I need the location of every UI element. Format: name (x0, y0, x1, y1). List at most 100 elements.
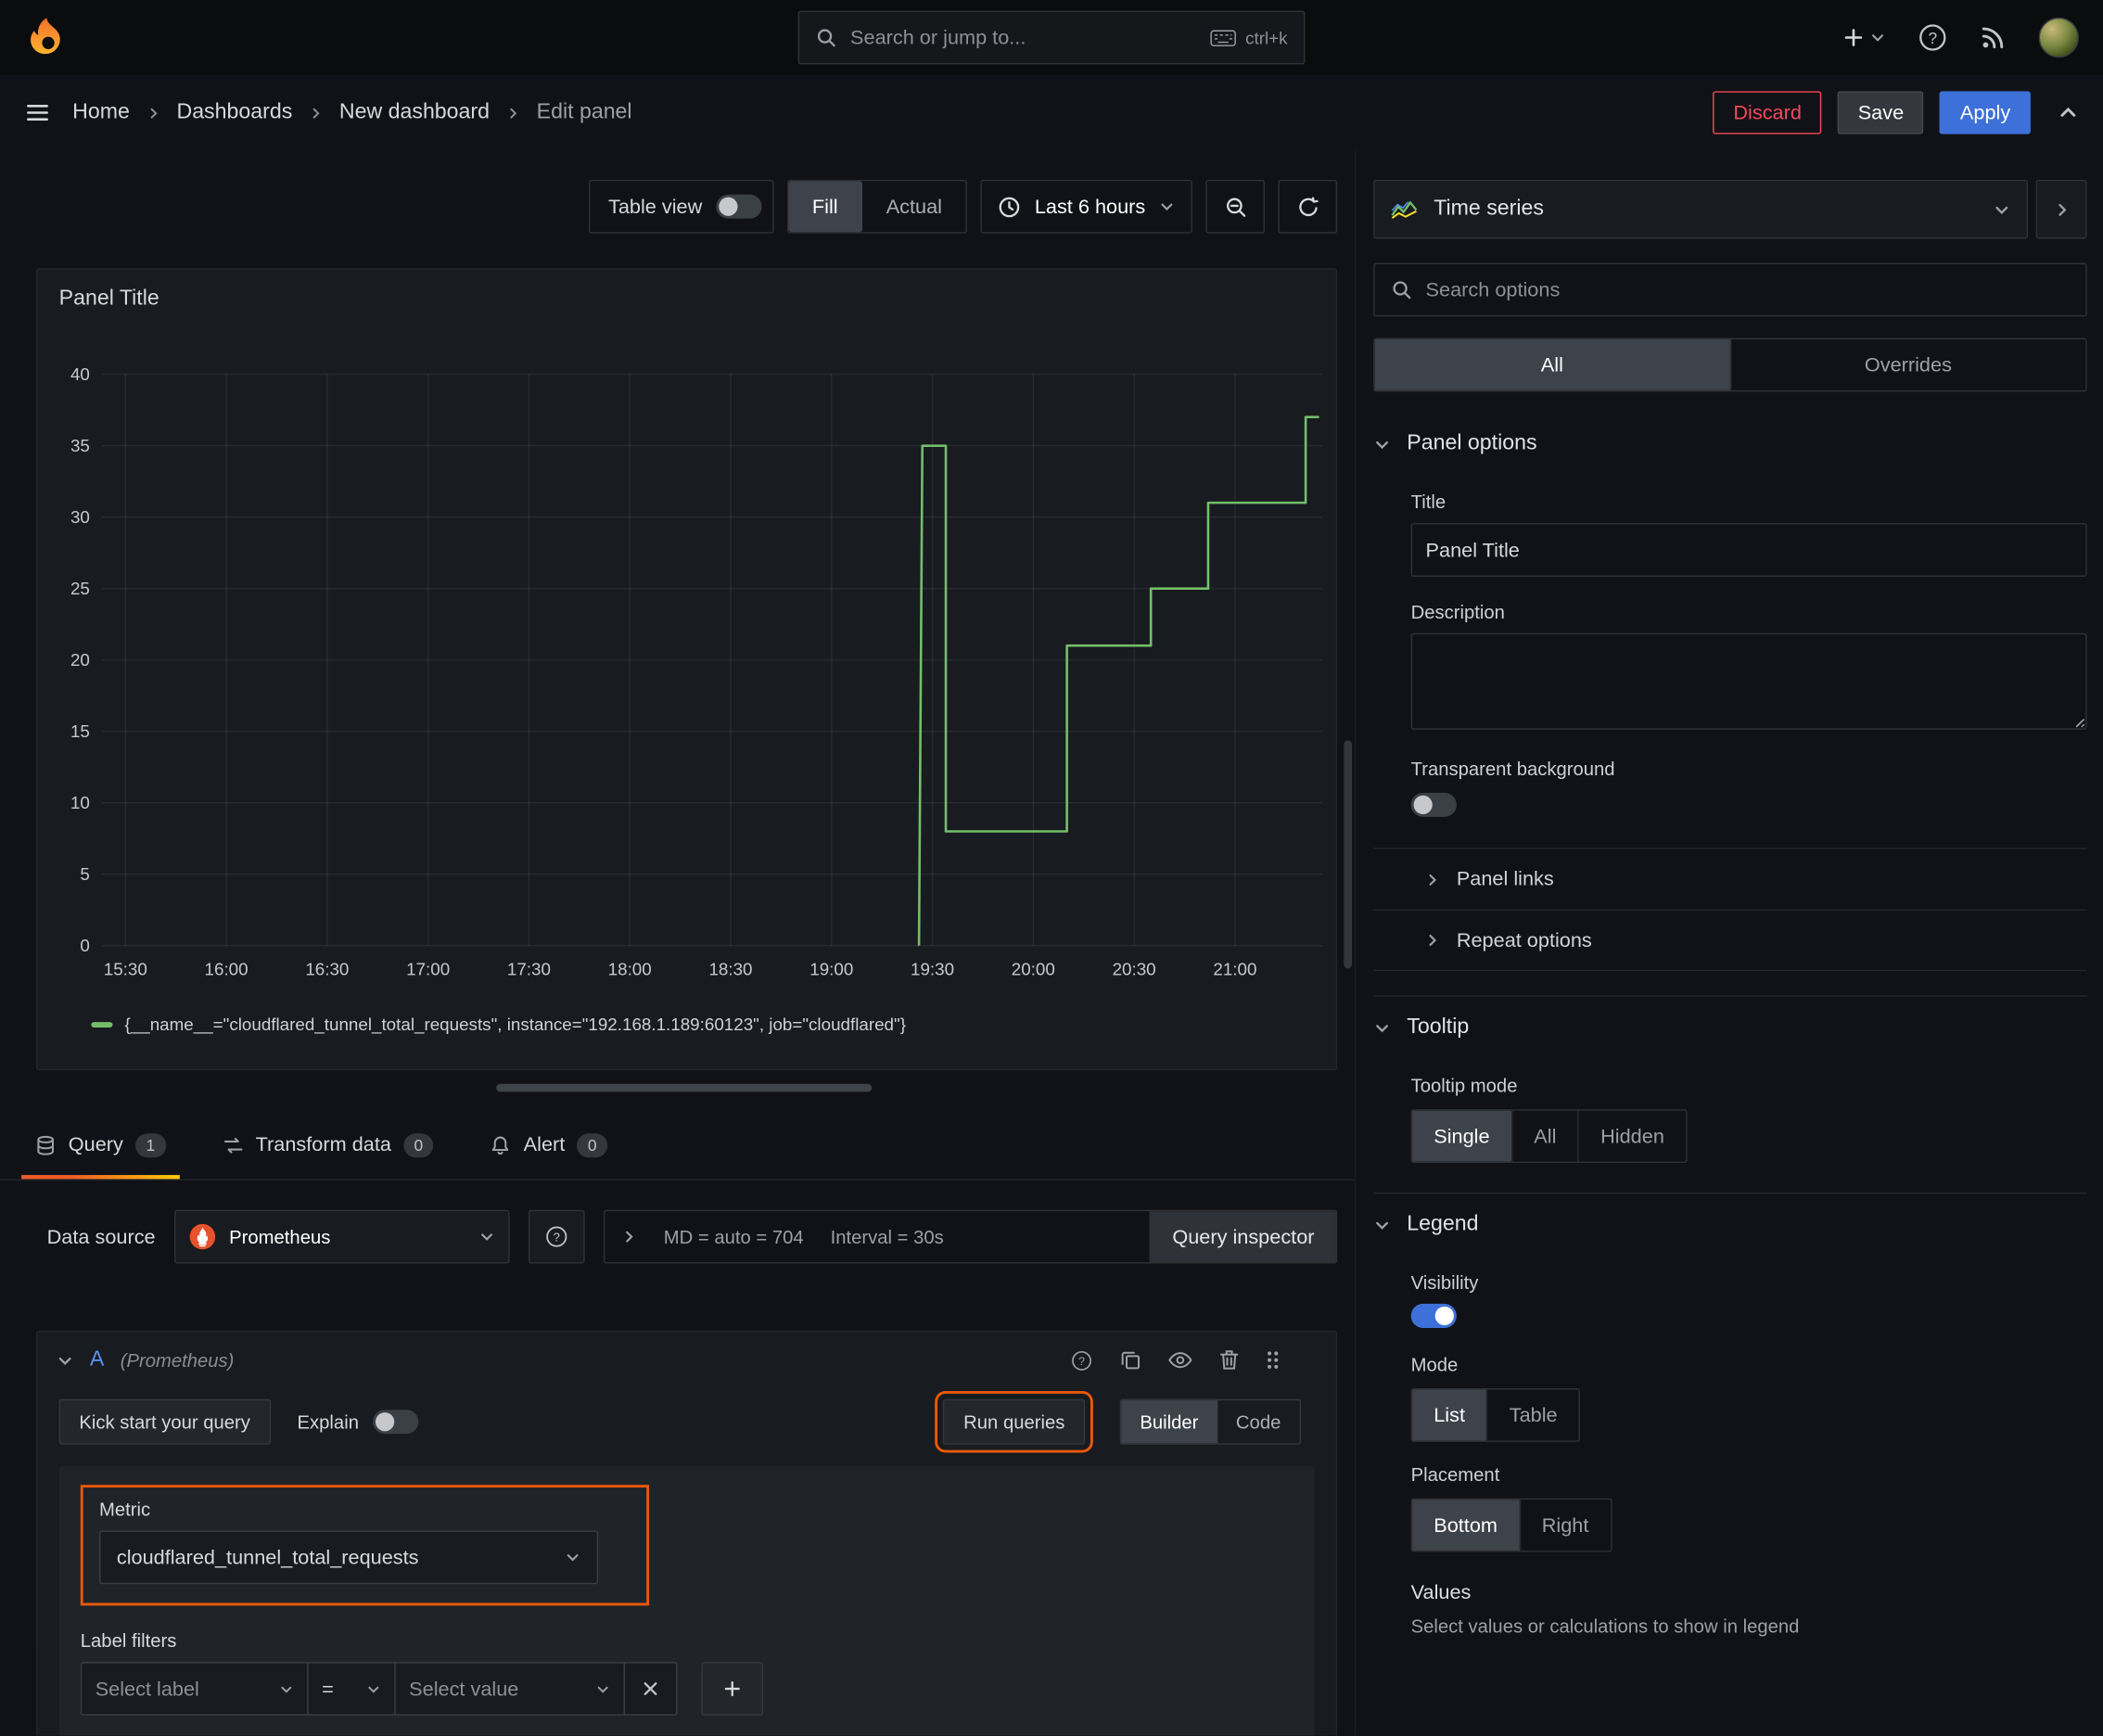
transparent-background-toggle[interactable] (1410, 792, 1457, 817)
news-feed-icon[interactable] (1980, 24, 2007, 51)
apply-button[interactable]: Apply (1940, 91, 2031, 134)
chevron-down-icon (1373, 1019, 1391, 1037)
repeat-options-section[interactable]: Repeat options (1373, 909, 2087, 972)
tab-alert[interactable]: Alert 0 (477, 1111, 621, 1180)
legend-visibility-toggle[interactable] (1410, 1303, 1457, 1328)
search-input[interactable] (850, 26, 1196, 49)
visualization-picker[interactable]: Time series (1373, 179, 2029, 239)
breadcrumb-new-dashboard[interactable]: New dashboard (339, 100, 490, 124)
user-avatar[interactable] (2038, 17, 2079, 58)
svg-text:16:30: 16:30 (305, 960, 349, 979)
tooltip-header[interactable]: Tooltip (1373, 997, 2087, 1059)
chevron-right-icon[interactable] (621, 1229, 637, 1245)
collapse-options-button[interactable] (2035, 179, 2087, 239)
help-circle-icon[interactable]: ? (1070, 1348, 1093, 1372)
query-builder-area: Metric cloudflared_tunnel_total_requests… (58, 1465, 1315, 1736)
svg-text:?: ? (1078, 1354, 1085, 1367)
new-menu-button[interactable] (1842, 27, 1885, 48)
description-textarea[interactable] (1410, 632, 2087, 730)
legend-item[interactable]: {__name__="cloudflared_tunnel_total_requ… (91, 1014, 906, 1035)
add-filter-button[interactable] (701, 1662, 764, 1716)
tooltip-mode-hidden[interactable]: Hidden (1577, 1110, 1687, 1162)
filter-tab-overrides[interactable]: Overrides (1729, 338, 2085, 390)
legend-header[interactable]: Legend (1373, 1194, 2087, 1256)
trash-icon[interactable] (1219, 1349, 1240, 1371)
actual-option[interactable]: Actual (862, 181, 966, 232)
discard-button[interactable]: Discard (1713, 91, 1822, 134)
filter-tab-all[interactable]: All (1374, 338, 1730, 390)
tab-transform-data[interactable]: Transform data 0 (209, 1111, 447, 1180)
global-search[interactable]: ctrl+k (797, 10, 1306, 65)
visibility-label: Visibility (1410, 1271, 1479, 1294)
series-label: {__name__="cloudflared_tunnel_total_requ… (124, 1014, 906, 1035)
save-button[interactable]: Save (1837, 91, 1924, 134)
refresh-button[interactable] (1278, 179, 1338, 234)
builder-option[interactable]: Builder (1121, 1400, 1217, 1444)
datasource-help-button[interactable]: ? (528, 1209, 585, 1264)
menu-icon[interactable] (24, 99, 51, 126)
svg-text:18:30: 18:30 (708, 960, 752, 979)
chevron-down-icon (565, 1550, 580, 1565)
operator-dropdown[interactable]: = (307, 1662, 396, 1716)
panel-links-section[interactable]: Panel links (1373, 848, 2087, 910)
operator-value: = (322, 1677, 334, 1701)
search-icon (1391, 279, 1412, 300)
zoom-out-button[interactable] (1205, 179, 1265, 234)
options-filter-tabs: All Overrides (1373, 338, 2087, 392)
breadcrumb-home[interactable]: Home (72, 100, 130, 124)
chevron-up-icon[interactable] (2058, 102, 2079, 123)
legend-placement-right[interactable]: Right (1519, 1500, 1610, 1551)
select-label-dropdown[interactable]: Select label (80, 1662, 309, 1716)
query-toolbar: Kick start your query Explain Run querie… (58, 1390, 1315, 1453)
tab-transform-count: 0 (402, 1132, 434, 1157)
grafana-logo-icon[interactable] (24, 15, 70, 60)
kick-start-button[interactable]: Kick start your query (58, 1398, 271, 1445)
legend-placement-bottom[interactable]: Bottom (1412, 1500, 1520, 1551)
code-option[interactable]: Code (1217, 1400, 1300, 1443)
grafana-edit-panel-page: ctrl+k ? Home (0, 0, 2103, 1736)
chevron-down-icon[interactable] (57, 1351, 74, 1369)
eye-icon[interactable] (1168, 1351, 1192, 1370)
close-icon (643, 1680, 658, 1696)
legend-mode-list[interactable]: List (1412, 1389, 1487, 1441)
breadcrumb: Home Dashboards New dashboard Edit panel (72, 100, 631, 124)
duplicate-icon[interactable] (1120, 1349, 1141, 1371)
help-icon[interactable]: ? (1918, 23, 1947, 53)
tooltip-mode-all[interactable]: All (1510, 1110, 1578, 1162)
query-options-interval: Interval = 30s (830, 1226, 944, 1248)
svg-text:20:30: 20:30 (1113, 960, 1156, 979)
legend-mode-table[interactable]: Table (1486, 1389, 1579, 1441)
query-row-header[interactable]: A (Prometheus) ? (38, 1332, 1336, 1388)
time-range-picker[interactable]: Last 6 hours (980, 179, 1192, 234)
tooltip-mode-single[interactable]: Single (1412, 1110, 1511, 1162)
svg-text:15:30: 15:30 (104, 960, 147, 979)
datasource-label: Data source (46, 1225, 156, 1248)
legend-placement-label: Placement (1410, 1463, 1500, 1486)
horizontal-scrollbar[interactable] (496, 1083, 873, 1092)
builder-code-switch: Builder Code (1119, 1398, 1302, 1445)
prometheus-icon (189, 1223, 216, 1250)
run-queries-button[interactable]: Run queries (935, 1390, 1093, 1453)
tab-query[interactable]: Query 1 (21, 1111, 179, 1180)
datasource-picker[interactable]: Prometheus (173, 1209, 510, 1264)
panel-options-header[interactable]: Panel options (1373, 414, 2087, 476)
svg-text:15: 15 (70, 721, 90, 741)
chevron-down-icon (279, 1681, 294, 1696)
options-search-input[interactable] (1425, 278, 2070, 301)
fill-option[interactable]: Fill (787, 181, 862, 233)
options-search[interactable] (1373, 262, 2087, 317)
panel-options-body: Title Description Transparent background (1373, 491, 2087, 821)
panel-title-input[interactable] (1410, 523, 2087, 577)
explain-toggle[interactable] (372, 1410, 418, 1435)
select-value-placeholder: Select value (409, 1677, 519, 1701)
query-inspector-button[interactable]: Query inspector (1149, 1211, 1336, 1263)
select-label-placeholder: Select label (95, 1677, 199, 1701)
query-options-bar: MD = auto = 704 Interval = 30s Query ins… (603, 1209, 1338, 1264)
drag-handle-icon[interactable] (1266, 1349, 1279, 1371)
table-view-toggle[interactable] (715, 194, 761, 219)
select-value-dropdown[interactable]: Select value (394, 1662, 626, 1716)
vertical-scrollbar[interactable] (1344, 740, 1353, 969)
breadcrumb-dashboards[interactable]: Dashboards (176, 100, 292, 124)
metric-select[interactable]: cloudflared_tunnel_total_requests (99, 1530, 599, 1585)
remove-filter-button[interactable] (623, 1662, 678, 1716)
